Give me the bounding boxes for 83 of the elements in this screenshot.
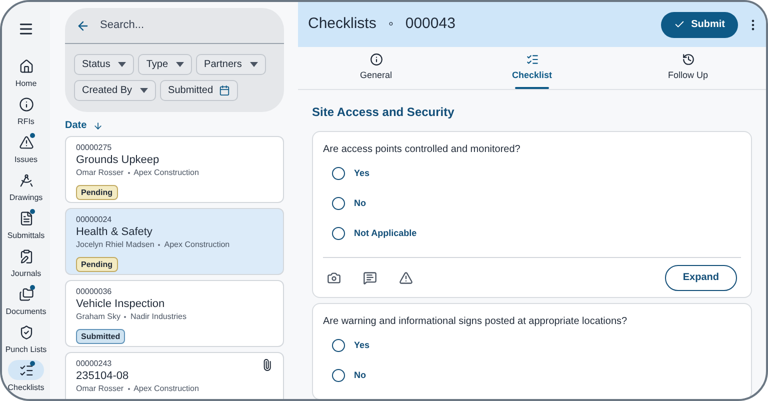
- shield-check-icon: [18, 324, 34, 340]
- record-id: 00000024: [76, 214, 112, 225]
- record-id: 00000036: [76, 286, 112, 297]
- checklist-card[interactable]: 00000275 Grounds Upkeep Omar Rosser Apex Construction Pending: [65, 136, 284, 203]
- home-icon: [18, 58, 34, 74]
- check-icon: [674, 19, 686, 30]
- nav-item[interactable]: Punch Lists: [2, 322, 50, 360]
- nav-item[interactable]: Checklists: [2, 360, 50, 398]
- arrow-down-icon: [92, 120, 103, 130]
- filter-chip[interactable]: Created By: [74, 80, 156, 101]
- nav-item[interactable]: RFIs: [2, 94, 50, 132]
- checklist-card[interactable]: 00000036 Vehicle Inspection Graham Sky Nadir Industries Submitted: [65, 280, 284, 347]
- tab[interactable]: Follow Up: [610, 47, 766, 89]
- clipboard-icon: [18, 248, 34, 264]
- warning-icon: [18, 134, 34, 150]
- radio-button[interactable]: [332, 369, 345, 382]
- radio-option[interactable]: No: [323, 197, 366, 227]
- compass-icon: [18, 172, 34, 188]
- info-icon: [18, 96, 34, 112]
- search-field[interactable]: Search...: [100, 17, 260, 34]
- question-text: Are access points controlled and monitored?: [323, 143, 520, 157]
- section-title: Site Access and Security: [312, 104, 454, 121]
- filter-chip[interactable]: Submitted: [160, 80, 238, 101]
- submit-button[interactable]: Submit: [661, 12, 738, 38]
- company-name: Apex Construction: [134, 383, 199, 395]
- radio-option[interactable]: Yes: [323, 167, 370, 197]
- caret-icon: [118, 62, 126, 67]
- card-title: 235104-08: [76, 369, 129, 383]
- nav-item[interactable]: Drawings: [2, 170, 50, 208]
- radio-button[interactable]: [332, 167, 345, 180]
- person-name: Graham Sky: [76, 311, 120, 323]
- radio-option[interactable]: Not Applicable: [323, 227, 417, 257]
- nav-item[interactable]: Journals: [2, 246, 50, 284]
- nav-item[interactable]: Submittals: [2, 208, 50, 246]
- status-badge: Pending: [76, 185, 118, 200]
- person-name: Jocelyn Rhiel Madsen: [76, 239, 154, 251]
- filter-chip[interactable]: Type: [138, 54, 192, 75]
- checklist-card[interactable]: 00000243 235104-08 Omar Rosser Apex Construction: [65, 352, 284, 399]
- folders-icon: [18, 286, 34, 302]
- radio-option[interactable]: No: [323, 369, 366, 399]
- checklist-card[interactable]: 00000024 Health & Safety Jocelyn Rhiel Madsen Apex Construction Pending: [65, 208, 284, 275]
- person-name: Omar Rosser: [76, 383, 124, 395]
- company-name: Apex Construction: [134, 167, 199, 179]
- filter-chip[interactable]: Status: [74, 54, 134, 75]
- radio-button[interactable]: [332, 197, 345, 210]
- calendar-icon: [219, 85, 230, 96]
- nav-item[interactable]: Issues: [2, 132, 50, 170]
- nav-item[interactable]: Home: [2, 56, 50, 94]
- company-name: Apex Construction: [164, 239, 230, 251]
- record-number: 000043: [405, 14, 456, 34]
- question-text: Are warning and informational signs posted at appropriate locations?: [323, 315, 628, 329]
- separator-glyph: ∘: [387, 17, 394, 32]
- caret-icon: [176, 62, 184, 67]
- status-badge: Pending: [76, 257, 118, 272]
- document-icon: [18, 210, 34, 226]
- card-title: Health & Safety: [76, 225, 152, 239]
- status-badge: Submitted: [76, 329, 126, 344]
- tab[interactable]: General: [298, 47, 454, 89]
- expand-button[interactable]: Expand: [664, 264, 737, 290]
- record-id: 00000243: [76, 358, 112, 369]
- filter-chip[interactable]: Partners: [196, 54, 266, 75]
- caret-icon: [250, 62, 258, 67]
- checklist-icon: [526, 53, 538, 66]
- record-id: 00000275: [76, 142, 112, 153]
- tab[interactable]: Checklist: [454, 47, 610, 89]
- comment-icon[interactable]: [363, 270, 377, 284]
- nav-item[interactable]: Documents: [2, 284, 50, 322]
- page-title: Checklists: [308, 14, 376, 34]
- radio-button[interactable]: [332, 339, 345, 352]
- checklist-icon: [18, 362, 34, 378]
- camera-icon[interactable]: [327, 270, 341, 284]
- person-name: Omar Rosser: [76, 167, 124, 179]
- caret-icon: [140, 88, 148, 93]
- radio-option[interactable]: Yes: [323, 339, 370, 369]
- radio-button[interactable]: [332, 227, 345, 240]
- sort-button[interactable]: Date: [65, 118, 103, 133]
- card-title: Grounds Upkeep: [76, 153, 160, 167]
- info-icon: [370, 53, 382, 66]
- warning-icon[interactable]: [399, 270, 413, 284]
- company-name: Nadir Industries: [130, 311, 186, 323]
- card-title: Vehicle Inspection: [76, 297, 165, 311]
- history-icon: [682, 53, 694, 66]
- menu-icon[interactable]: [18, 21, 34, 37]
